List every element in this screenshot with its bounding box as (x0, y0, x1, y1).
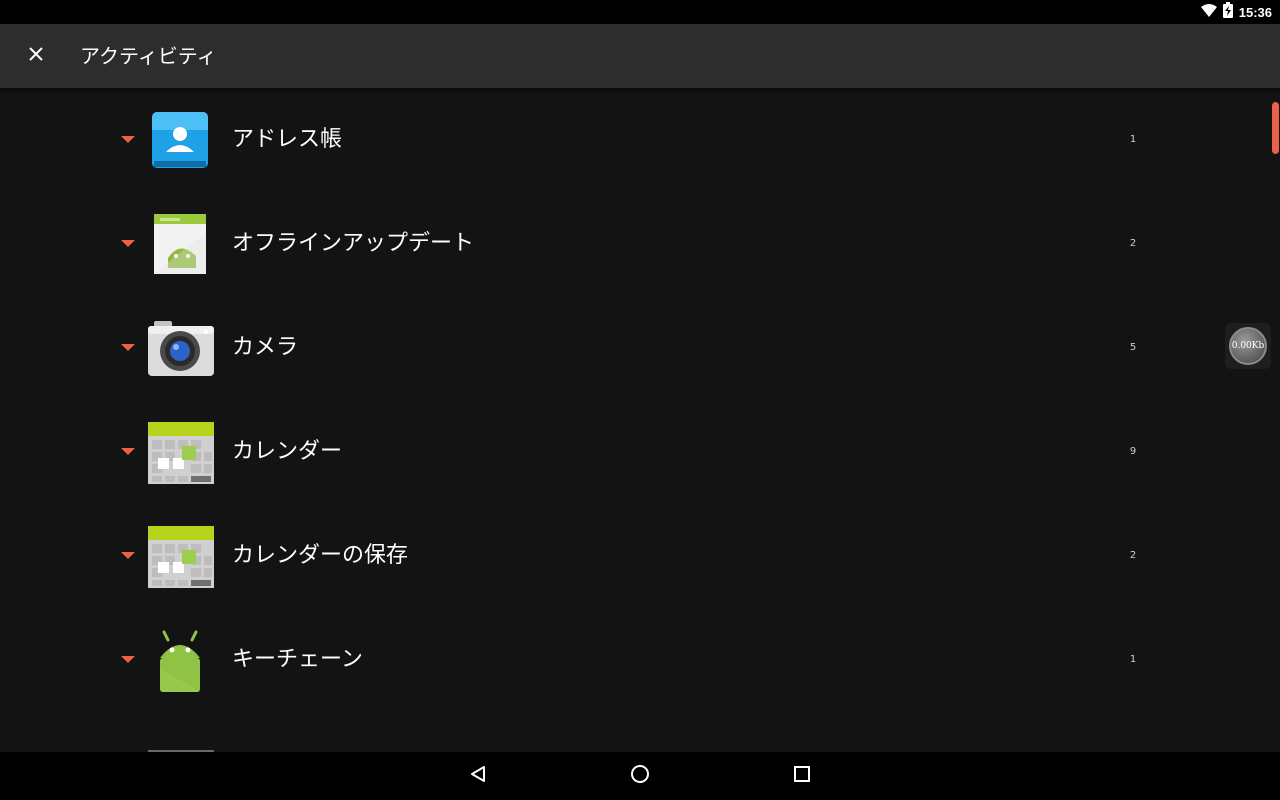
page-title: アクティビティ (80, 44, 217, 68)
app-label: アドレス帳 (232, 127, 343, 152)
activity-count: 2 (1129, 238, 1137, 249)
list-item-gallery[interactable] (0, 712, 1200, 752)
gallery-icon (146, 732, 214, 752)
contacts-icon (146, 108, 214, 172)
close-button[interactable] (12, 32, 60, 80)
expand-arrow-icon[interactable] (121, 240, 135, 247)
expand-arrow-icon[interactable] (121, 552, 135, 559)
expand-arrow-icon[interactable] (121, 136, 135, 143)
list-item-contacts[interactable]: アドレス帳 1 (0, 88, 1200, 192)
app-label: キーチェーン (232, 647, 363, 672)
expand-arrow-icon[interactable] (121, 448, 135, 455)
activity-count: 9 (1129, 446, 1137, 457)
activity-list: アドレス帳 1 オフラインアップデート 2 カメラ 5 カレンダー 9 カレンダ… (0, 88, 1280, 752)
status-bar: 15:36 (0, 0, 1280, 24)
action-bar: アクティビティ (0, 24, 1280, 88)
activity-count (1120, 712, 1146, 752)
back-button[interactable] (446, 752, 510, 800)
network-speed-value: 0.00Kb (1229, 327, 1267, 365)
app-label: カレンダーの保存 (232, 543, 409, 568)
scrollbar[interactable] (1272, 102, 1279, 154)
list-item-calendar[interactable]: カレンダー 9 (0, 400, 1200, 504)
camera-icon (146, 316, 214, 380)
wifi-icon (1200, 3, 1217, 22)
recents-icon (794, 766, 810, 786)
app-label: カレンダー (232, 439, 343, 464)
activity-count: 1 (1129, 134, 1137, 145)
status-time: 15:36 (1238, 4, 1272, 20)
close-icon (28, 46, 44, 66)
list-item-camera[interactable]: カメラ 5 (0, 296, 1200, 400)
activity-count: 1 (1129, 654, 1137, 665)
app-label: カメラ (232, 335, 299, 360)
navigation-bar (0, 752, 1280, 800)
home-button[interactable] (608, 752, 672, 800)
activity-count: 5 (1129, 342, 1137, 353)
recents-button[interactable] (770, 752, 834, 800)
network-speed-widget[interactable]: 0.00Kb (1225, 323, 1271, 369)
list-item-keychain[interactable]: キーチェーン 1 (0, 608, 1200, 712)
home-icon (630, 764, 650, 788)
expand-arrow-icon[interactable] (121, 656, 135, 663)
battery-charging-icon (1222, 2, 1233, 22)
app-label: オフラインアップデート (232, 231, 475, 256)
list-item-calendar-save[interactable]: カレンダーの保存 2 (0, 504, 1200, 608)
calendar-icon (146, 420, 214, 484)
list-item-offline-update[interactable]: オフラインアップデート 2 (0, 192, 1200, 296)
android-update-icon (146, 212, 214, 276)
back-icon (469, 765, 487, 787)
activity-count: 2 (1129, 550, 1137, 561)
calendar-icon (146, 524, 214, 588)
android-icon (146, 628, 214, 692)
expand-arrow-icon[interactable] (121, 344, 135, 351)
